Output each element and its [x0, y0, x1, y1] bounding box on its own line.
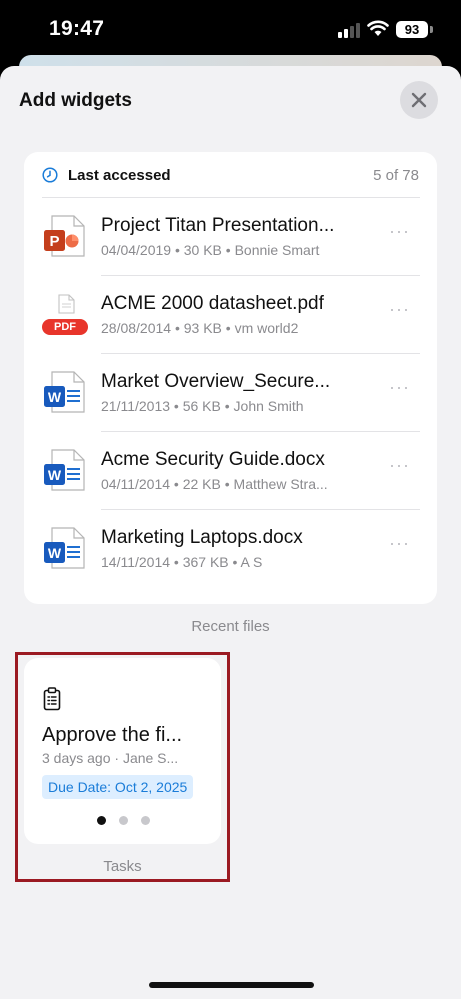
battery-tip [430, 26, 433, 33]
close-icon [411, 92, 427, 108]
recent-files-caption: Recent files [191, 618, 270, 635]
file-meta: 14/11/2014 • 367 KB • A S [101, 554, 263, 570]
more-options-button[interactable]: ··· [389, 222, 409, 240]
file-row[interactable]: W Marketing Laptops.docx 14/11/2014 • 36… [24, 510, 437, 588]
add-widgets-sheet: Add widgets Last accessed 5 of 78 P Proj… [0, 66, 461, 999]
tasks-widget[interactable]: Approve the fi... 3 days ago · Jane S...… [24, 658, 221, 844]
file-name: ACME 2000 datasheet.pdf [101, 293, 324, 314]
close-button[interactable] [400, 81, 438, 119]
battery-icon: 93 [396, 21, 428, 38]
tasks-caption: Tasks [103, 858, 142, 875]
page-indicator[interactable] [97, 816, 151, 826]
svg-text:W: W [48, 389, 62, 405]
word-file-icon: W [44, 449, 85, 491]
status-time: 19:47 [49, 17, 105, 40]
svg-text:P: P [49, 233, 59, 250]
task-title: Approve the fi... [42, 724, 183, 746]
more-options-button[interactable]: ··· [389, 456, 409, 474]
more-options-button[interactable]: ··· [389, 378, 409, 396]
svg-text:W: W [48, 545, 62, 561]
recent-files-widget[interactable]: Last accessed 5 of 78 P Project Titan Pr… [24, 152, 437, 604]
file-meta: 04/04/2019 • 30 KB • Bonnie Smart [101, 242, 320, 258]
file-row[interactable]: W Acme Security Guide.docx 04/11/2014 • … [24, 432, 437, 510]
word-file-icon: W [44, 371, 85, 413]
powerpoint-file-icon: P [44, 215, 85, 257]
file-row[interactable]: PDF PDF ACME 2000 datasheet.pdf 28/08/20… [24, 276, 437, 354]
file-count: 5 of 78 [373, 167, 419, 184]
file-row[interactable]: P Project Titan Presentation... 04/04/20… [24, 198, 437, 276]
widget-header: Last accessed 5 of 78 [24, 152, 437, 198]
more-options-button[interactable]: ··· [389, 300, 409, 318]
due-date-badge: Due Date: Oct 2, 2025 [42, 775, 194, 799]
status-bar: 19:47 93 [0, 0, 461, 58]
page-dot[interactable] [119, 816, 128, 825]
task-meta: 3 days ago · Jane S... [42, 750, 179, 766]
home-indicator[interactable] [149, 982, 314, 988]
cellular-signal-icon [338, 22, 360, 38]
sheet-title: Add widgets [19, 90, 132, 111]
word-file-icon: W [44, 527, 85, 569]
pdf-badge-label: PDF [54, 321, 76, 333]
page-dot[interactable] [141, 816, 150, 825]
clock-icon [42, 167, 58, 183]
file-name: Project Titan Presentation... [101, 215, 335, 236]
file-name: Market Overview_Secure... [101, 371, 331, 392]
file-name: Marketing Laptops.docx [101, 527, 303, 548]
page-dot-active[interactable] [97, 816, 106, 825]
wifi-icon [367, 20, 389, 36]
more-options-button[interactable]: ··· [389, 534, 409, 552]
file-row[interactable]: W Market Overview_Secure... 21/11/2013 •… [24, 354, 437, 432]
svg-text:W: W [48, 467, 62, 483]
widget-header-title: Last accessed [68, 167, 171, 184]
clipboard-icon [43, 687, 61, 711]
file-meta: 21/11/2013 • 56 KB • John Smith [101, 398, 304, 414]
file-meta: 28/08/2014 • 93 KB • vm world2 [101, 320, 299, 336]
file-meta: 04/11/2014 • 22 KB • Matthew Stra... [101, 476, 328, 492]
file-name: Acme Security Guide.docx [101, 449, 325, 470]
